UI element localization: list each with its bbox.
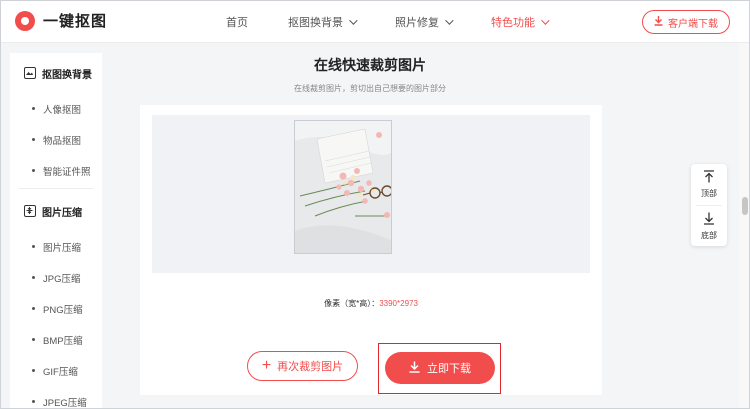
arrow-up-to-top-icon [703, 170, 715, 185]
chevron-down-icon [349, 16, 358, 25]
sidebar-item-label: PNG压缩 [43, 304, 83, 316]
compress-icon [24, 205, 36, 217]
scroll-to-top-button[interactable]: 顶部 [691, 164, 727, 205]
nav-item-special-features[interactable]: 特色功能 [491, 14, 550, 30]
sidebar: 抠图换背景 人像抠图 物品抠图 智能证件照 图片压缩 图片压缩 JPG压缩 PN… [10, 53, 102, 409]
scrollbar-thumb[interactable] [742, 197, 748, 215]
nav-item-label: 照片修复 [395, 17, 439, 29]
sidebar-item-label: BMP压缩 [43, 335, 83, 347]
download-highlight-box: 立即下载 [378, 343, 501, 394]
bullet-icon [32, 169, 35, 172]
bullet-icon [32, 307, 35, 310]
scroll-to-bottom-button[interactable]: 底部 [691, 206, 727, 247]
sidebar-section-title: 抠图换背景 [42, 69, 92, 81]
arrow-down-to-bottom-icon [703, 212, 715, 227]
logo[interactable]: 一键抠图 [15, 10, 107, 31]
chevron-down-icon [541, 16, 550, 25]
sidebar-item-label: 智能证件照 [43, 166, 91, 178]
client-download-button[interactable]: 客户端下载 [642, 10, 730, 34]
bullet-icon [32, 276, 35, 279]
client-download-label: 客户端下载 [668, 18, 718, 30]
nav-item-label: 抠图换背景 [288, 17, 343, 29]
bullet-icon [32, 107, 35, 110]
pixel-label: 像素（宽*高）： [324, 299, 380, 308]
sidebar-section-header: 图片压缩 [10, 191, 102, 231]
recrop-button[interactable]: + 再次裁剪图片 [247, 351, 358, 381]
nav-item-label: 首页 [226, 17, 248, 29]
logo-text: 一键抠图 [43, 13, 108, 30]
sidebar-section-title: 图片压缩 [42, 207, 82, 219]
scroll-top-label: 顶部 [701, 189, 717, 198]
sidebar-item-jpeg-compress[interactable]: JPEG压缩 [10, 386, 102, 409]
bullet-icon [32, 245, 35, 248]
divider [18, 188, 94, 189]
sidebar-item-object-cutout[interactable]: 物品抠图 [10, 124, 102, 155]
scrollbar-track[interactable] [739, 43, 749, 408]
sidebar-item-label: 图片压缩 [43, 242, 82, 254]
sidebar-item-png-compress[interactable]: PNG压缩 [10, 293, 102, 324]
sidebar-item-label: 物品抠图 [43, 135, 82, 147]
main-nav: 首页 抠图换背景 照片修复 特色功能 [226, 1, 587, 43]
bullet-icon [32, 138, 35, 141]
sidebar-item-label: JPEG压缩 [43, 397, 87, 409]
download-icon [654, 15, 663, 29]
plus-icon: + [261, 357, 272, 374]
chevron-down-icon [445, 16, 454, 25]
browser-viewport: 一键抠图 首页 抠图换背景 照片修复 特色功能 客户端下载 抠图换背景 人像抠图… [0, 0, 750, 409]
sidebar-section-header: 抠图换背景 [10, 53, 102, 93]
page-title: 在线快速裁剪图片 [314, 57, 426, 73]
bullet-icon [32, 400, 35, 403]
download-icon [409, 361, 420, 376]
nav-item-home[interactable]: 首页 [226, 14, 248, 30]
bullet-icon [32, 338, 35, 341]
image-icon [24, 67, 36, 79]
page-subtitle: 在线裁剪图片，剪切出自己想要的图片部分 [294, 84, 446, 93]
cropped-image-preview [294, 120, 392, 254]
sidebar-item-jpg-compress[interactable]: JPG压缩 [10, 262, 102, 293]
download-now-button[interactable]: 立即下载 [385, 352, 495, 384]
pixel-value: 3390*2973 [379, 299, 418, 308]
sidebar-item-id-photo[interactable]: 智能证件照 [10, 155, 102, 186]
sidebar-item-bmp-compress[interactable]: BMP压缩 [10, 324, 102, 355]
pixel-info: 像素（宽*高）：3390*2973 [140, 298, 602, 309]
logo-icon [15, 10, 35, 31]
sidebar-item-portrait-cutout[interactable]: 人像抠图 [10, 93, 102, 124]
sidebar-item-label: 人像抠图 [43, 104, 82, 116]
sidebar-item-gif-compress[interactable]: GIF压缩 [10, 355, 102, 386]
sidebar-item-label: JPG压缩 [43, 273, 81, 285]
nav-item-label: 特色功能 [491, 17, 535, 29]
sidebar-item-label: GIF压缩 [43, 366, 78, 378]
scroll-bottom-label: 底部 [701, 231, 717, 240]
recrop-label: 再次裁剪图片 [277, 361, 344, 373]
top-header: 一键抠图 首页 抠图换背景 照片修复 特色功能 客户端下载 [1, 1, 749, 43]
bullet-icon [32, 369, 35, 372]
floating-scroll-toolbar: 顶部 底部 [691, 164, 727, 246]
nav-item-cutout-background[interactable]: 抠图换背景 [288, 14, 358, 30]
download-now-label: 立即下载 [427, 363, 471, 375]
sidebar-item-image-compress[interactable]: 图片压缩 [10, 231, 102, 262]
nav-item-photo-repair[interactable]: 照片修复 [395, 14, 454, 30]
